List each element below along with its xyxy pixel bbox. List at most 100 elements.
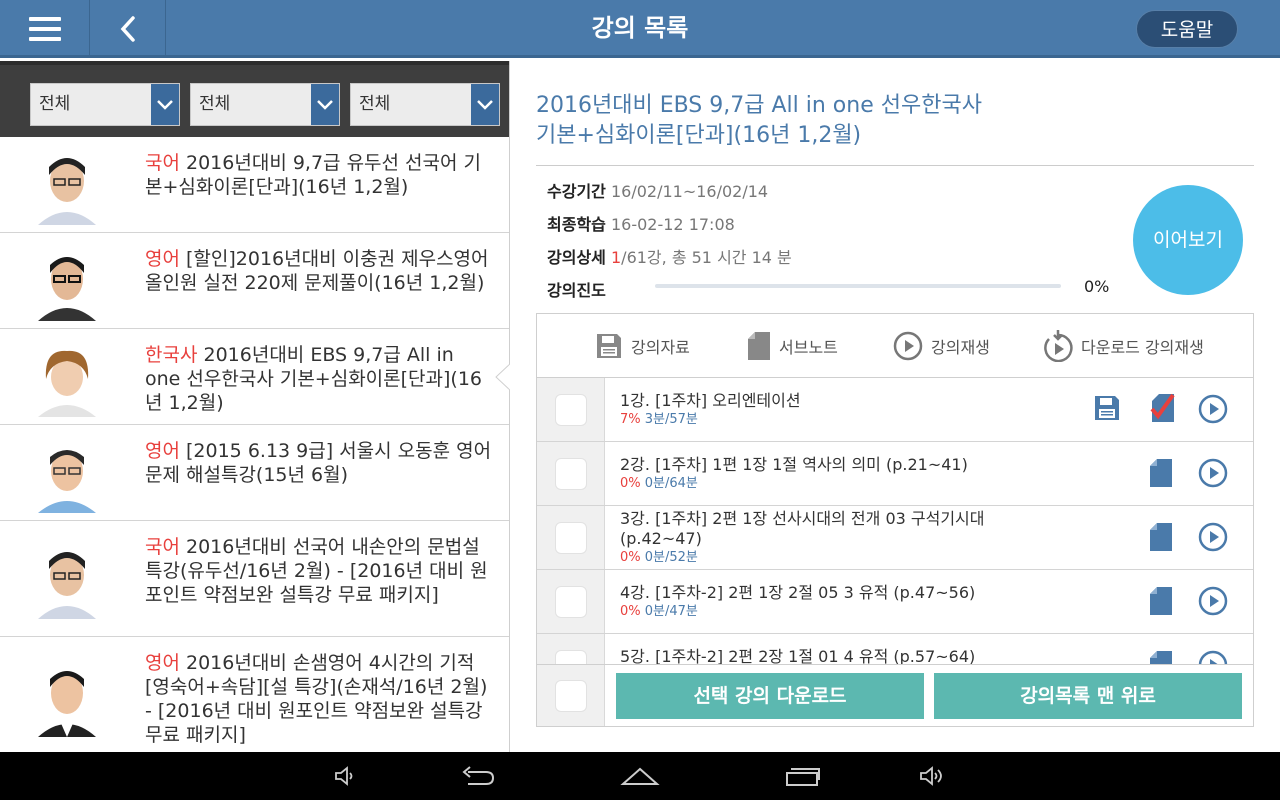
subnote-icon[interactable] [1149,522,1173,552]
home-icon[interactable] [620,764,660,788]
lecture-time: 0분/47분 [640,604,698,619]
lecture-time: 0분/52분 [640,550,698,565]
lecture-row[interactable]: 3강. [1주차] 2편 1장 선사시대의 전개 03 구석기시대 (p.42~… [537,506,1253,570]
course-item[interactable]: 국어 2016년대비 9,7급 유두선 선국어 기본+심화이론[단과](16년 … [0,137,509,233]
back-nav-icon[interactable] [460,764,496,788]
avatar [30,659,104,737]
download-play-header[interactable]: 다운로드 강의재생 [1043,329,1204,362]
help-button[interactable]: 도움말 [1136,10,1238,48]
progress-bar [655,284,1061,288]
back-button[interactable] [91,0,166,58]
lecture-table: 강의자료 서브노트 강의재생 다운로드 강의재생 1강. [1주차] 오리엔테이… [536,313,1254,727]
subnote-header[interactable]: 서브노트 [747,331,838,361]
lecture-percent: 7% [620,412,641,427]
materials-label: 강의자료 [631,337,690,357]
course-item[interactable]: 영어 [할인]2016년대비 이충권 제우스영어 올인원 실전 220제 문제풀… [0,233,509,329]
progress-percent: 0% [1084,277,1110,296]
lecture-title: 1강. [1주차] 오리엔테이션 [620,391,801,410]
lecture-row[interactable]: 5강. [1주차-2] 2편 2장 1절 01 4 유적 (p.57~64) [537,634,1253,665]
lecture-info: 3강. [1주차] 2편 1장 선사시대의 전개 03 구석기시대 (p.42~… [620,509,1040,567]
lecture-row[interactable]: 2강. [1주차] 1편 1장 1절 역사의 의미 (p.21~41) 0% 0… [537,442,1253,506]
lecture-title: 4강. [1주차-2] 2편 1장 2절 05 3 유적 (p.47~56) [620,583,976,602]
lecture-percent: 0% [620,550,641,565]
app-header: 강의 목록 도움말 [0,0,1280,58]
title-line: 2016년대비 EBS 9,7급 All in one 선우한국사 [536,93,982,118]
play-icon[interactable] [1198,522,1228,552]
menu-button[interactable] [0,0,90,58]
lecture-checkbox[interactable] [537,634,605,665]
lecture-status: 0% 0분/64분 [620,475,1040,493]
course-title: 국어 2016년대비 9,7급 유두선 선국어 기본+심화이론[단과](16년 … [145,151,495,199]
recent-apps-icon[interactable] [784,764,822,788]
course-item[interactable]: 영어 [2015 6.13 9급] 서울시 오동훈 영어 문제 해설특강(15년… [0,425,509,521]
chevron-down-icon [151,84,179,125]
lecture-rows: 1강. [1주차] 오리엔테이션 7% 3분/57분 2강. [1주차] 1편 … [537,378,1253,665]
course-item[interactable]: 국어 2016년대비 선국어 내손안의 문법설 특강(유두선/16년 2월) -… [0,521,509,637]
lecture-info: 1강. [1주차] 오리엔테이션 7% 3분/57분 [620,391,1040,429]
lecture-row[interactable]: 4강. [1주차-2] 2편 1장 2절 05 3 유적 (p.47~56) 0… [537,570,1253,634]
play-icon[interactable] [1198,650,1228,665]
lecture-checkbox[interactable] [537,570,605,633]
avatar [30,435,104,513]
select-all-checkbox[interactable] [537,665,605,726]
lecture-table-header: 강의자료 서브노트 강의재생 다운로드 강의재생 [537,314,1253,378]
lecture-status: 0% 0분/47분 [620,603,1040,621]
lecture-title: 3강. [1주차] 2편 1장 선사시대의 전개 03 구석기시대 (p.42~… [620,509,985,548]
course-subject: 한국사 [145,344,198,366]
lecture-status: 0% 0분/52분 [620,549,1040,567]
filter-value: 전체 [39,94,71,114]
play-icon[interactable] [1198,586,1228,616]
course-item[interactable]: 영어 2016년대비 손샘영어 4시간의 기적[영숙어+속담][설 특강](손재… [0,637,509,752]
lecture-info: 2강. [1주차] 1편 1장 1절 역사의 의미 (p.21~41) 0% 0… [620,455,1040,493]
chevron-left-icon [120,16,135,42]
scroll-top-button[interactable]: 강의목록 맨 위로 [934,673,1242,719]
lecture-status: 7% 3분/57분 [620,411,1040,429]
document-icon [748,331,770,360]
period-row: 수강기간 16/02/11~16/02/14 [547,178,768,202]
course-subject: 국어 [145,536,180,558]
avatar [30,339,104,417]
subnote-icon[interactable] [1149,458,1173,488]
detail-label: 강의상세 [547,248,606,267]
course-subject: 국어 [145,152,180,174]
save-icon[interactable] [1093,394,1121,422]
detail-current: 1 [610,248,622,267]
selection-pointer [495,362,512,392]
filter-value: 전체 [359,94,391,114]
course-item-selected[interactable]: 한국사 2016년대비 EBS 9,7급 All in one 선우한국사 기본… [0,329,509,425]
hamburger-icon [28,17,61,41]
subnote-icon[interactable] [1149,650,1173,665]
course-title: 국어 2016년대비 선국어 내손안의 문법설 특강(유두선/16년 2월) -… [145,535,495,607]
course-text: 2016년대비 손샘영어 4시간의 기적[영숙어+속담][설 특강](손재석/1… [145,652,488,746]
play-header[interactable]: 강의재생 [893,331,990,361]
lecture-checkbox[interactable] [537,442,605,505]
lecture-row[interactable]: 1강. [1주차] 오리엔테이션 7% 3분/57분 [537,378,1253,442]
lecture-title: 5강. [1주차-2] 2편 2장 1절 01 4 유적 (p.57~64) [620,647,976,665]
volume-down-icon[interactable] [333,764,357,788]
divider [536,165,1254,166]
page-title: 강의 목록 [591,14,689,42]
download-play-icon [1044,329,1073,362]
lecture-checkbox[interactable] [537,506,605,569]
course-text: [할인]2016년대비 이충권 제우스영어 올인원 실전 220제 문제풀이(1… [145,248,489,294]
subnote-icon[interactable] [1149,586,1173,616]
subnote-checked-icon[interactable] [1149,391,1177,423]
filter-select-3[interactable]: 전체 [350,83,500,126]
progress-row: 강의진도 [547,277,606,301]
lecture-info: 4강. [1주차-2] 2편 1장 2절 05 3 유적 (p.47~56) 0… [620,583,1040,621]
resume-button[interactable]: 이어보기 [1133,185,1243,295]
play-icon[interactable] [1198,394,1228,424]
materials-header[interactable]: 강의자료 [595,332,690,360]
course-title: 한국사 2016년대비 EBS 9,7급 All in one 선우한국사 기본… [145,343,495,415]
download-selected-button[interactable]: 선택 강의 다운로드 [616,673,924,719]
filter-select-2[interactable]: 전체 [190,83,340,126]
lecture-checkbox[interactable] [537,378,605,441]
last-study-value: 16-02-12 17:08 [610,215,735,234]
lecture-time: 0분/64분 [640,476,698,491]
course-subject: 영어 [145,652,180,674]
volume-up-icon[interactable] [918,764,946,788]
lecture-table-footer: 선택 강의 다운로드 강의목록 맨 위로 [537,664,1253,726]
filter-select-1[interactable]: 전체 [30,83,180,126]
play-icon[interactable] [1198,458,1228,488]
download-play-label: 다운로드 강의재생 [1081,337,1204,357]
